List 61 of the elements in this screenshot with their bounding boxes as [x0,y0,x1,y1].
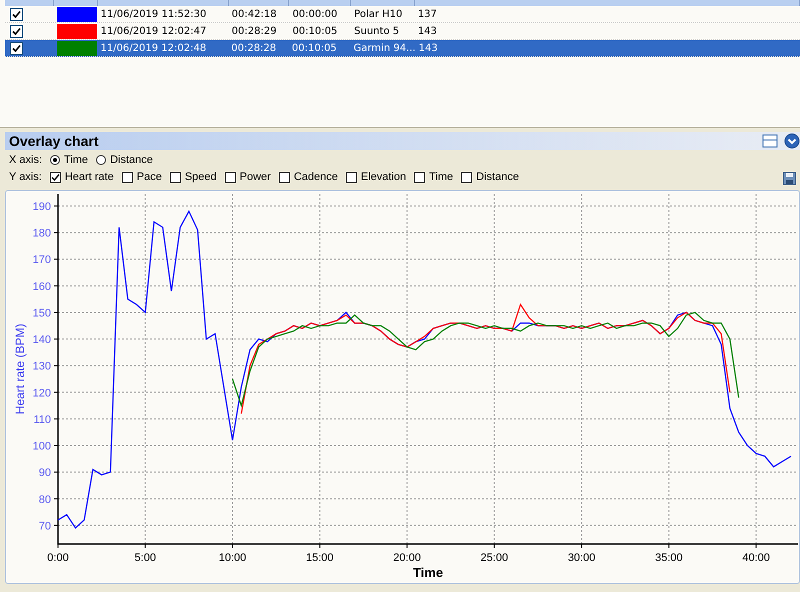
heart-rate-cell: 143 [418,42,438,54]
y-tick-label: 160 [32,280,51,293]
y-tick-label: 120 [32,387,51,400]
activity-row[interactable]: 11/06/2019 12:02:48 00:28:28 00:10:05 Garmin 94... 143 [5,40,800,57]
start-time-cell: 11/06/2019 12:02:47 [100,26,206,36]
y-axis-title: Heart rate (BPM) [13,324,27,414]
row-checkbox[interactable] [10,42,23,54]
offset-cell: 00:10:05 [292,42,337,54]
heart-rate-cell: 137 [418,8,437,20]
dropdown-circle-icon[interactable] [784,133,800,149]
offset-cell: 00:10:05 [292,26,338,36]
x-tick-label: 25:00 [480,552,508,564]
y-tick-label: 170 [32,254,51,266]
x-tick-label: 0:00 [47,552,69,564]
save-icon[interactable] [783,172,796,185]
y-axis-checkbox[interactable]: Elevation [346,171,406,183]
heart-rate-cell: 143 [418,26,437,36]
y-tick-label: 130 [32,360,51,373]
row-checkbox[interactable] [10,24,23,38]
check-icon [50,172,60,182]
y-axis-checkbox[interactable]: Power [224,171,271,183]
row-checkbox[interactable] [10,8,23,20]
offset-cell: 00:00:00 [292,8,338,20]
device-cell: Suunto 5 [354,26,400,36]
x-tick-label: 30:00 [568,552,596,564]
y-tick-label: 180 [32,228,51,240]
panel-title: Overlay chart [9,133,100,149]
x-axis-title: Time [412,565,444,580]
activity-row[interactable]: 11/06/2019 11:52:30 00:42:18 00:00:00 Polar H10 137 [5,6,800,23]
y-tick-label: 80 [38,494,51,506]
y-axis-label: Y axis: [9,171,42,183]
duration-cell: 00:28:28 [231,42,276,54]
y-tick-label: 190 [32,200,51,213]
y-axis-checkbox[interactable]: Pace [122,171,162,183]
y-tick-label: 110 [33,414,51,426]
x-tick-label: 20:00 [393,552,421,564]
x-tick-label: 10:00 [218,552,246,564]
duration-cell: 00:28:29 [232,26,277,36]
x-tick-label: 40:00 [742,552,770,564]
x-tick-label: 35:00 [655,552,683,564]
y-axis-checkbox[interactable]: Distance [461,171,519,183]
device-cell: Polar H10 [354,8,402,20]
start-time-cell: 11/06/2019 12:02:48 [100,42,206,54]
y-axis-checkbox[interactable]: Heart rate [50,171,114,183]
start-time-cell: 11/06/2019 11:52:30 [100,8,206,20]
y-tick-label: 140 [32,334,51,346]
y-tick-label: 70 [38,520,51,532]
y-axis-checkbox[interactable]: Cadence [278,171,338,183]
x-tick-label: 5:00 [134,552,156,564]
duration-cell: 00:42:18 [232,8,277,20]
y-axis-checkbox[interactable]: Speed [170,171,217,183]
y-axis-checkbox[interactable]: Time [414,171,454,183]
x-axis-label: X axis: [9,154,42,166]
layout-icon[interactable] [762,134,778,148]
y-tick-label: 150 [32,307,51,320]
y-tick-label: 100 [32,440,51,453]
y-tick-label: 90 [38,467,51,480]
x-axis-radio[interactable]: Time [50,154,88,166]
x-tick-label: 15:00 [306,552,334,564]
device-cell: Garmin 94... [353,42,416,54]
x-axis-radio[interactable]: Distance [96,154,153,166]
